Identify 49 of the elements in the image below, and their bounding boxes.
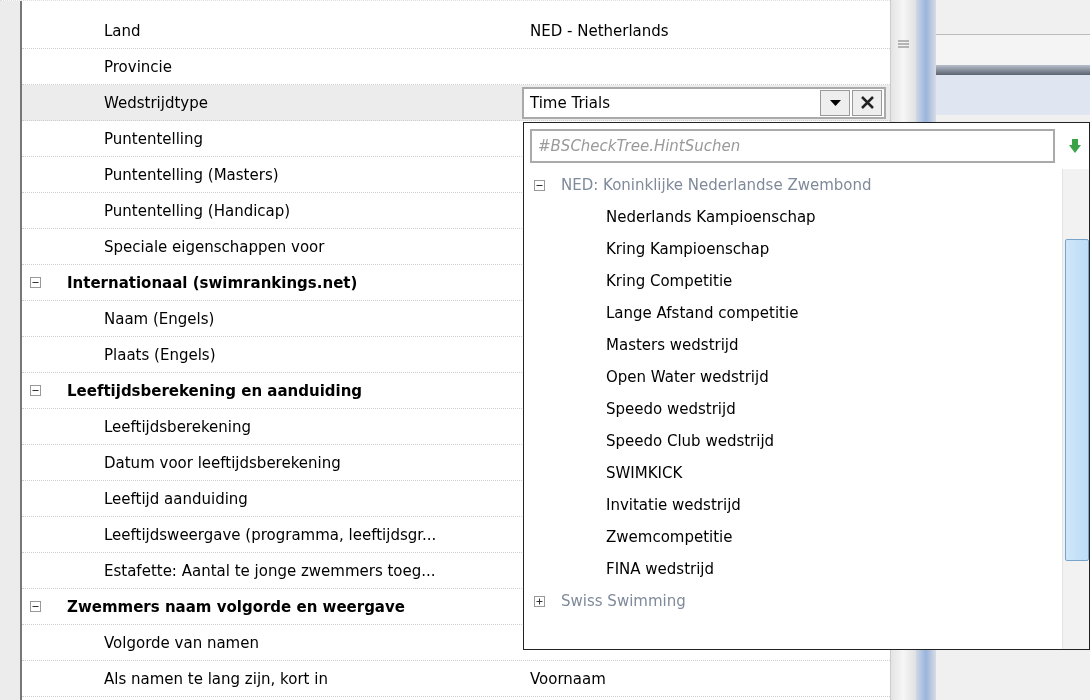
property-value: Voornaam <box>529 669 607 688</box>
property-name: Als namen te lang zijn, kort in <box>103 669 329 688</box>
collapse-icon[interactable] <box>30 277 41 288</box>
property-name: Speciale eigenschappen voor <box>103 237 326 256</box>
property-name: Plaats (Engels) <box>103 345 217 364</box>
property-name: Puntentelling <box>103 129 205 148</box>
tree-group[interactable]: Swiss Swimming <box>561 592 686 610</box>
tree-item[interactable]: Kring Competitie <box>606 272 733 290</box>
property-name: Leeftijd aanduiding <box>103 489 249 508</box>
category-label[interactable]: Zwemmers naam volgorde en weergave <box>67 597 405 616</box>
property-name: Leeftijdsberekening <box>103 417 253 436</box>
property-name: Wedstrijdtype <box>103 93 209 112</box>
caret-icon <box>829 99 841 106</box>
property-name: Volgorde van namen <box>103 633 260 652</box>
collapse-icon[interactable] <box>30 601 41 612</box>
property-row[interactable]: Land NED - Netherlands <box>22 13 890 49</box>
collapse-icon[interactable] <box>534 179 545 191</box>
property-name: Naam (Engels) <box>103 309 216 328</box>
property-name: Puntentelling (Handicap) <box>103 201 292 220</box>
clear-button[interactable] <box>852 89 882 116</box>
property-name: Leeftijdsweergave (programma, leeftijdsgr... <box>103 525 438 544</box>
collapse-icon[interactable] <box>30 385 41 396</box>
property-name: Provincie <box>103 57 173 76</box>
tree-item[interactable]: Lange Afstand competitie <box>606 304 799 322</box>
property-row[interactable]: Als namen te lang zijn, kort in Voornaam <box>22 661 890 697</box>
expand-icon[interactable] <box>534 595 545 607</box>
down-arrow-icon[interactable] <box>1069 139 1081 153</box>
type-combobox[interactable]: Time Trials <box>522 86 886 119</box>
tree-item[interactable]: Nederlands Kampioenschap <box>606 208 816 226</box>
tree-item[interactable]: Kring Kampioenschap <box>606 240 770 258</box>
dropdown-button[interactable] <box>820 89 850 116</box>
tree-item[interactable]: Masters wedstrijd <box>606 336 739 354</box>
property-name: Land <box>103 21 142 40</box>
tree-item[interactable]: SWIMKICK <box>606 464 683 482</box>
property-name: Estafette: Aantal te jonge zwemmers toeg... <box>103 561 437 580</box>
property-name: Datum voor leeftijdsberekening <box>103 453 342 472</box>
category-label[interactable]: Internationaal (swimrankings.net) <box>67 273 358 292</box>
tree-item[interactable]: Invitatie wedstrijd <box>606 496 741 514</box>
grip-icon <box>898 40 909 50</box>
tree-item[interactable]: Zwemcompetitie <box>606 528 733 546</box>
close-icon <box>860 96 874 109</box>
property-name: Puntentelling (Masters) <box>103 165 280 184</box>
category-label[interactable]: Leeftijdsberekening en aanduiding <box>67 381 363 400</box>
tree-item[interactable]: FINA wedstrijd <box>606 560 715 578</box>
property-row[interactable]: Wedstrijdtype Time Trials <box>22 85 890 121</box>
combobox-value: Time Trials <box>529 93 611 112</box>
property-value: NED - Netherlands <box>529 21 670 40</box>
search-field[interactable]: #BSCheckTree.HintSuchen <box>530 129 1055 163</box>
tree-group[interactable]: NED: Koninklijke Nederlandse Zwembond <box>561 176 872 194</box>
